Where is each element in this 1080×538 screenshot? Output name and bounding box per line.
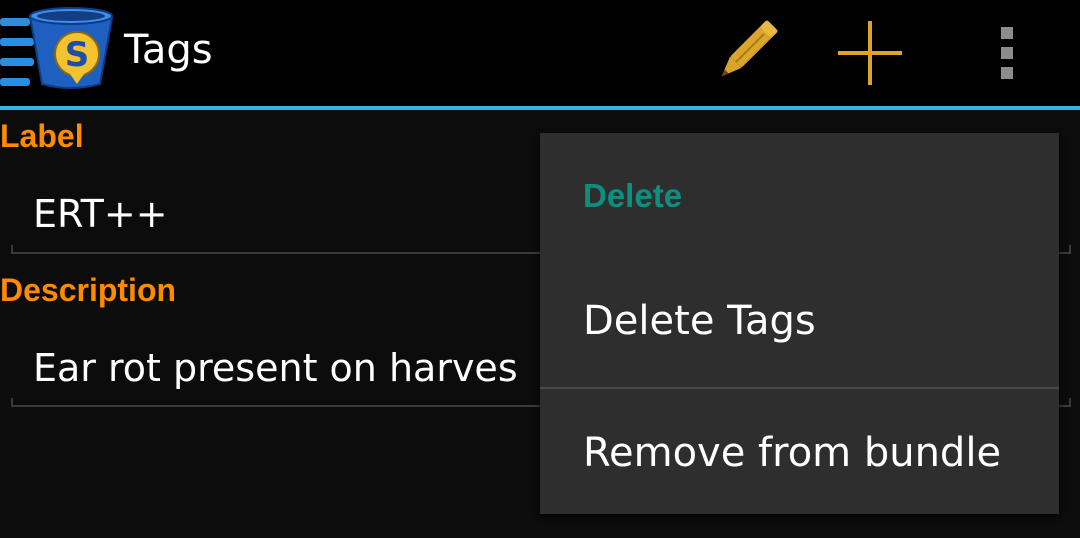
svg-text:S: S [65, 35, 90, 75]
plus-icon [838, 21, 902, 85]
action-bar: S Tags [0, 0, 1080, 106]
menu-item-delete-tags[interactable]: Delete Tags [540, 298, 1059, 344]
delete-popup-menu: Delete Delete Tags Remove from bundle [540, 133, 1059, 514]
screen: S Tags Label ERT++ Description Ear rot p… [0, 0, 1080, 538]
app-logo-icon[interactable]: S [0, 4, 118, 96]
add-button[interactable] [826, 0, 914, 106]
description-field-value[interactable]: Ear rot present on harves [33, 346, 548, 390]
label-field-value[interactable]: ERT++ [33, 192, 553, 236]
screen-title: Tags [124, 27, 213, 73]
action-bar-divider [0, 106, 1080, 110]
popup-menu-header: Delete [583, 177, 683, 214]
description-field-title: Description [0, 272, 177, 308]
pencil-icon [721, 20, 778, 77]
overflow-menu-button[interactable] [972, 0, 1042, 106]
menu-item-remove-from-bundle[interactable]: Remove from bundle [540, 430, 1059, 476]
overflow-menu-icon [1001, 27, 1013, 79]
edit-button[interactable] [700, 0, 790, 106]
menu-divider [540, 387, 1059, 389]
label-field-title: Label [0, 118, 84, 154]
